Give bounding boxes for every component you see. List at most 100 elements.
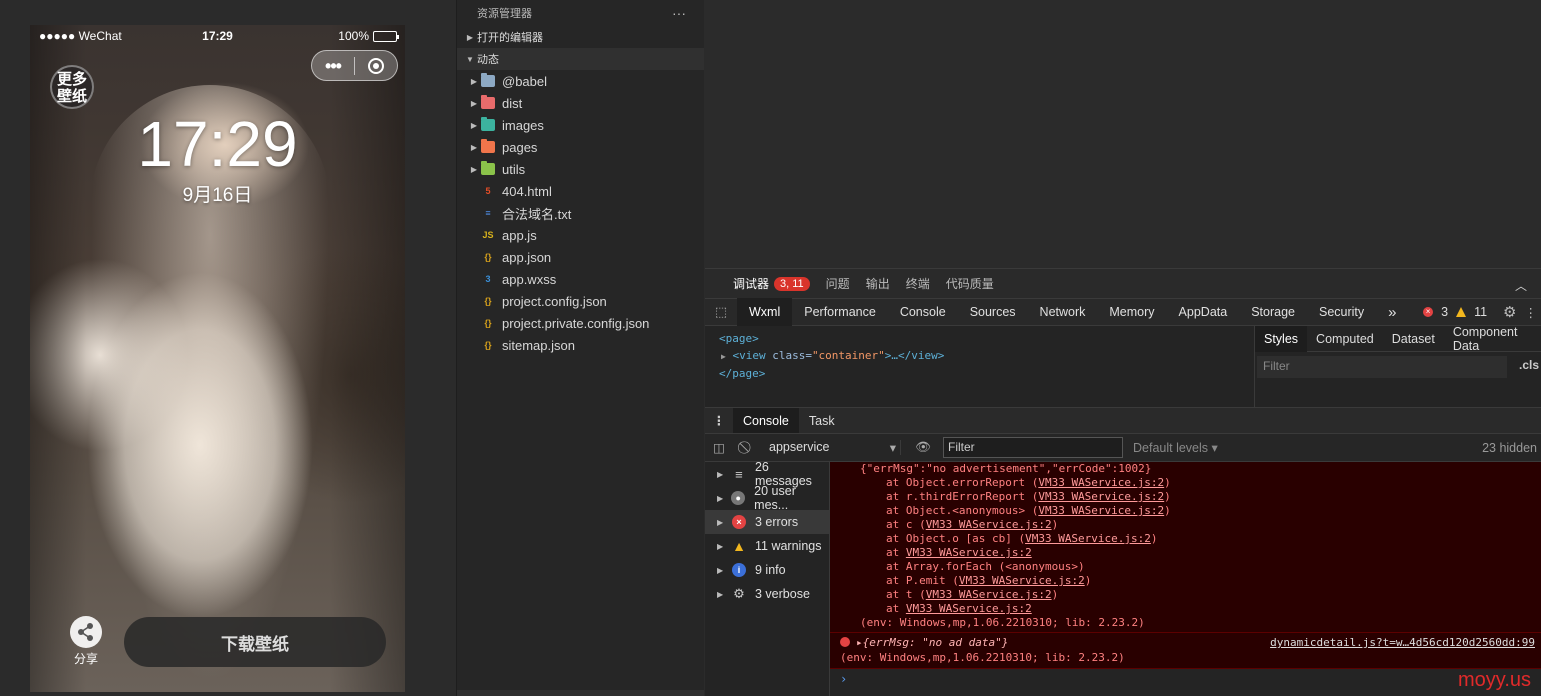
tree-file[interactable]: {} project.private.config.json bbox=[457, 312, 704, 334]
stack-frame-link[interactable]: VM33 WAService.js:2 bbox=[959, 574, 1085, 587]
info-icon: i bbox=[732, 563, 746, 577]
stack-frame-link[interactable]: VM33 WAService.js:2 bbox=[1038, 490, 1164, 503]
devtools-tab-appdata[interactable]: AppData bbox=[1167, 298, 1240, 326]
cls-button[interactable]: .cls bbox=[1519, 358, 1539, 372]
console-prompt[interactable]: › bbox=[830, 669, 1541, 689]
devtools-tab-network[interactable]: Network bbox=[1028, 298, 1098, 326]
devtools-tab-storage[interactable]: Storage bbox=[1239, 298, 1307, 326]
project-section[interactable]: ▼ 动态 bbox=[457, 48, 704, 70]
tree-item-label: app.js bbox=[502, 227, 537, 243]
console-filter-label: 3 verbose bbox=[755, 587, 810, 601]
console-filter-label: 20 user mes... bbox=[754, 484, 796, 512]
gear-icon[interactable]: ⚙ bbox=[1503, 303, 1516, 321]
tab-dataset[interactable]: Dataset bbox=[1383, 326, 1444, 352]
console-filter-user[interactable]: ▶ ● 20 user mes... bbox=[705, 484, 829, 512]
stack-frame: at Object.o [as cb] (VM33 WAService.js:2… bbox=[886, 532, 1158, 545]
tree-folder[interactable]: ▶ pages bbox=[457, 136, 704, 158]
tab-styles[interactable]: Styles bbox=[1255, 325, 1308, 352]
tab-label: 调试器 bbox=[733, 277, 770, 291]
issue-counters[interactable]: × 3 11 ⚙ ⋮ bbox=[1423, 303, 1541, 321]
stack-frame-link[interactable]: VM33 WAService.js:2 bbox=[926, 518, 1052, 531]
inspect-element-icon[interactable]: ⬚ bbox=[705, 304, 737, 320]
chevron-up-icon[interactable]: ︿ bbox=[1515, 277, 1527, 294]
log-levels-select[interactable]: Default levels ▾ bbox=[1133, 440, 1218, 455]
caret-right-icon: ▶ bbox=[717, 469, 724, 479]
folder-icon bbox=[481, 117, 495, 131]
download-wallpaper-button[interactable]: 下载壁纸 bbox=[124, 617, 386, 667]
file-icon: 5 bbox=[485, 186, 491, 196]
tree-file[interactable]: JS app.js bbox=[457, 224, 704, 246]
stack-frame-link[interactable]: VM33 WAService.js:2 bbox=[1038, 504, 1164, 517]
devtools-tab-memory[interactable]: Memory bbox=[1097, 298, 1166, 326]
wxml-line-view[interactable]: ▶ <view class="container">…</view> bbox=[719, 347, 1240, 365]
drawer-tab-console[interactable]: Console bbox=[733, 407, 799, 434]
error2-source-link[interactable]: dynamicdetail.js?t=w…4d56cd120d2560dd:99 bbox=[1270, 635, 1535, 650]
tab-code-quality[interactable]: 代码质量 bbox=[938, 275, 1002, 292]
tree-file[interactable]: {} app.json bbox=[457, 246, 704, 268]
error-message-2[interactable]: ▸{errMsg: "no ad data"} dynamicdetail.js… bbox=[830, 633, 1541, 669]
stack-frame-link[interactable]: VM33 WAService.js:2 bbox=[1025, 532, 1151, 545]
open-editors-label: 打开的编辑器 bbox=[477, 32, 543, 44]
sidebar-toggle-icon[interactable]: ◫ bbox=[705, 440, 733, 455]
console-filter-gear[interactable]: ▶ ⚙ 3 verbose bbox=[705, 582, 829, 606]
tree-folder[interactable]: ▶ utils bbox=[457, 158, 704, 180]
tree-file[interactable]: {} project.config.json bbox=[457, 290, 704, 312]
more-dots-icon[interactable]: ••• bbox=[312, 57, 354, 75]
file-icon: {} bbox=[484, 296, 492, 306]
stack-frame-link[interactable]: VM33 WAService.js:2 bbox=[1038, 476, 1164, 489]
devtools-tab-wxml[interactable]: Wxml bbox=[737, 298, 793, 326]
tree-folder[interactable]: ▶ images bbox=[457, 114, 704, 136]
more-wallpaper-logo[interactable]: 更多 壁纸 bbox=[50, 65, 94, 109]
tab-terminal[interactable]: 终端 bbox=[898, 275, 938, 292]
stack-frame-link[interactable]: VM33 WAService.js:2 bbox=[906, 602, 1032, 615]
tree-file[interactable]: ≡ 合法域名.txt bbox=[457, 202, 704, 224]
explorer-more-icon[interactable]: ··· bbox=[672, 5, 686, 21]
stack-frame-link[interactable]: VM33 WAService.js:2 bbox=[926, 588, 1052, 601]
devtools-tab-security[interactable]: Security bbox=[1307, 298, 1376, 326]
error-message-1[interactable]: {"errMsg":"no advertisement","errCode":1… bbox=[830, 462, 1541, 633]
console-filter-warn[interactable]: ▶ ▲ 11 warnings bbox=[705, 534, 829, 558]
battery-status: 100% bbox=[338, 29, 399, 43]
explorer-bottom-bar bbox=[457, 690, 704, 696]
caret-right-icon: ▶ bbox=[470, 142, 478, 152]
gear-icon: ⚙ bbox=[733, 586, 745, 601]
editor-area bbox=[705, 0, 1541, 268]
error-icon bbox=[840, 637, 850, 647]
kebab-menu-icon[interactable]: ⋮ bbox=[705, 413, 733, 428]
devtools-tab-sources[interactable]: Sources bbox=[958, 298, 1028, 326]
tree-folder[interactable]: ▶ @babel bbox=[457, 70, 704, 92]
wxml-line-page-open[interactable]: <page> bbox=[719, 330, 1240, 347]
stack-frame-link[interactable]: VM33 WAService.js:2 bbox=[906, 546, 1032, 559]
devtools-tab-console[interactable]: Console bbox=[888, 298, 958, 326]
tree-file[interactable]: 5 404.html bbox=[457, 180, 704, 202]
tree-file[interactable]: 3 app.wxss bbox=[457, 268, 704, 290]
phone-simulator: ●●●●● WeChat 17:29 100% ••• 更多 壁纸 17:29 … bbox=[30, 25, 405, 692]
error2-text: ▸{errMsg: "no ad data"} bbox=[856, 636, 1009, 649]
clear-console-icon[interactable]: ⃠ bbox=[733, 440, 761, 455]
error-head: {"errMsg":"no advertisement","errCode":1… bbox=[860, 462, 1152, 475]
share-button[interactable]: 分享 bbox=[68, 616, 104, 667]
console-filter-error[interactable]: ▶ × 3 errors bbox=[705, 510, 829, 534]
close-target-icon[interactable] bbox=[355, 57, 397, 74]
styles-filter-input[interactable]: Filter bbox=[1257, 356, 1507, 378]
more-tabs-icon[interactable]: » bbox=[1376, 298, 1408, 326]
tab-computed[interactable]: Computed bbox=[1307, 326, 1383, 352]
tab-component-data[interactable]: Component Data bbox=[1444, 325, 1541, 353]
kebab-menu-icon[interactable]: ⋮ bbox=[1525, 305, 1538, 320]
devtools-tab-performance[interactable]: Performance bbox=[792, 298, 888, 326]
context-select[interactable]: appservice ▾ bbox=[761, 440, 901, 455]
console-filter-info[interactable]: ▶ i 9 info bbox=[705, 558, 829, 582]
eye-icon[interactable]: 👁 bbox=[909, 440, 937, 455]
console-filter-input[interactable]: Filter bbox=[943, 437, 1123, 458]
tab-problems[interactable]: 问题 bbox=[818, 275, 858, 292]
drawer-tab-task[interactable]: Task bbox=[799, 408, 845, 434]
console-filter-list[interactable]: ▶ ≡ 26 messages bbox=[705, 460, 829, 488]
tree-item-label: app.json bbox=[502, 249, 552, 265]
tree-folder[interactable]: ▶ dist bbox=[457, 92, 704, 114]
tree-item-label: 合法域名.txt bbox=[502, 206, 572, 222]
tree-file[interactable]: {} sitemap.json bbox=[457, 334, 704, 356]
tab-output[interactable]: 输出 bbox=[858, 275, 898, 292]
open-editors-section[interactable]: ▶ 打开的编辑器 bbox=[457, 26, 704, 48]
wxml-line-page-close[interactable]: </page> bbox=[719, 365, 1240, 382]
tab-debugger[interactable]: 调试器 3, 11 bbox=[725, 275, 818, 292]
